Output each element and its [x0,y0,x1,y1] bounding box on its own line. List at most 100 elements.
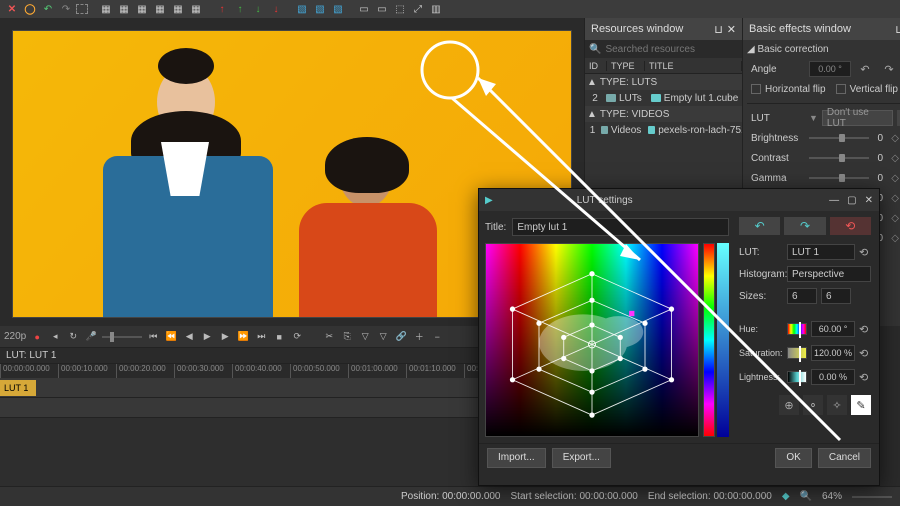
goto-start-icon[interactable]: ⏮ [146,330,160,344]
crop-icon[interactable]: ⬚ [392,2,408,17]
split-icon[interactable]: ⎘ [340,330,354,344]
arrow-down-icon[interactable]: ↓ [250,2,266,17]
keyframe-icon[interactable]: ◇ [891,173,899,184]
sat-slider[interactable] [787,347,807,359]
col-id[interactable]: ID [585,61,607,71]
link-icon[interactable]: 🔗 [394,330,408,344]
resize-icon[interactable]: ⤢ [410,2,426,17]
resources-search[interactable]: 🔍 Searched resources [585,40,742,58]
hue-slider[interactable] [787,323,807,335]
minimize-icon[interactable]: — [829,195,839,206]
group-videos-header[interactable]: ▲ TYPE: VIDEOS [585,106,742,122]
keyframe-icon[interactable]: ◇ [891,213,899,224]
col-title[interactable]: TITLE [645,61,742,71]
arrow-up-icon[interactable]: ↑ [232,2,248,17]
resource-row-video[interactable]: 1 Videos pexels-ron-lach-7516031.m [585,122,742,138]
align-bottom-icon[interactable]: ▦ [188,2,204,17]
close-icon[interactable]: ✕ [865,195,873,206]
lig-value[interactable]: 0.00 % [811,369,855,385]
export-button[interactable]: Export... [552,448,611,468]
slider-brightness[interactable] [809,137,869,139]
cancel-button[interactable]: Cancel [818,448,871,468]
mic-icon[interactable]: 🎤 [84,330,98,344]
node-tool-icon[interactable]: ⚬ [803,395,823,415]
target-icon[interactable]: ⊕ [779,395,799,415]
keyframe-icon[interactable]: ◇ [891,233,899,244]
layer2-icon[interactable]: ▧ [312,2,328,17]
slider-contrast[interactable] [809,157,869,159]
zoom-out-icon[interactable]: − [430,330,444,344]
step-back-icon[interactable]: ⏪ [164,330,178,344]
x-icon[interactable]: ✕ [4,2,20,17]
redo-button[interactable]: ↷ [784,217,825,235]
size-a-select[interactable]: 6 [787,288,817,304]
wand-tool-icon[interactable]: ✧ [827,395,847,415]
keyframe-icon[interactable]: ◇ [891,133,899,144]
select-icon[interactable] [76,4,88,14]
undo-icon[interactable]: ↶ [40,2,56,17]
rotate-ccw-icon[interactable]: ↶ [855,59,875,79]
align-mid-icon[interactable]: ▦ [170,2,186,17]
hue-value[interactable]: 60.00 ° [811,321,855,337]
next-frame-icon[interactable]: ▶ [218,330,232,344]
eyedropper-icon[interactable]: ✎ [851,395,871,415]
ok-button[interactable]: OK [775,448,811,468]
align-center-icon[interactable]: ▦ [116,2,132,17]
layer1-icon[interactable]: ▧ [294,2,310,17]
align-left-icon[interactable]: ▦ [98,2,114,17]
size-b-select[interactable]: 6 [821,288,851,304]
align-top-icon[interactable]: ▦ [152,2,168,17]
hflip-checkbox[interactable] [751,84,761,94]
prev-frame-icon[interactable]: ◀ [182,330,196,344]
timeline-clip[interactable]: LUT 1 [0,380,36,396]
align-right-icon[interactable]: ▦ [134,2,150,17]
hist-prop-select[interactable]: Perspective [787,266,871,282]
redo-icon[interactable]: ↷ [58,2,74,17]
title-field-input[interactable]: Empty lut 1 [512,218,729,236]
group2-icon[interactable]: ▭ [374,2,390,17]
loop-icon[interactable]: ⟳ [290,330,304,344]
undo-button[interactable]: ↶ [739,217,780,235]
pin-icon[interactable]: ⊔ [895,23,900,36]
maximize-icon[interactable]: ▢ [847,195,856,206]
diamond-icon[interactable]: ◆ [782,491,790,502]
reset-icon[interactable]: ⟲ [859,347,871,360]
section-basic-correction[interactable]: ◢ Basic correction [747,44,900,55]
resolution-label[interactable]: 220p [4,331,26,342]
arrow-top-icon[interactable]: ↑ [214,2,230,17]
play-icon[interactable]: ▶ [200,330,214,344]
marker2-icon[interactable]: ▽ [376,330,390,344]
col-type[interactable]: TYPE [607,61,645,71]
zoom-slider[interactable] [852,496,892,498]
stop-icon[interactable]: ■ [272,330,286,344]
pin-icon[interactable]: ⊔ [714,23,723,36]
hex-node-editor[interactable] [486,244,698,436]
arrow-bottom-icon[interactable]: ↓ [268,2,284,17]
props-icon[interactable]: ▥ [428,2,444,17]
layer3-icon[interactable]: ▧ [330,2,346,17]
slider-gamma[interactable] [809,177,869,179]
reset-icon[interactable]: ⟲ [859,323,871,336]
group-luts-header[interactable]: ▲ TYPE: LUTS [585,74,742,90]
cut-icon[interactable]: ✂ [322,330,336,344]
goto-end-icon[interactable]: ⏭ [254,330,268,344]
reset-icon[interactable]: ⟲ [859,371,871,384]
close-icon[interactable]: ✕ [727,23,736,36]
lut-select[interactable]: Don't use LUT [822,110,893,126]
rotate-cw-icon[interactable]: ↷ [879,59,899,79]
keyframe-icon[interactable]: ◇ [891,153,899,164]
group1-icon[interactable]: ▭ [356,2,372,17]
vflip-checkbox[interactable] [836,84,846,94]
zoom-icon[interactable]: 🔍 [800,491,812,502]
dialog-titlebar[interactable]: ▶LUT settings — ▢ ✕ [479,189,879,211]
rec-icon[interactable]: ● [30,330,44,344]
reset-icon[interactable]: ⟲ [859,246,871,259]
resource-row-lut[interactable]: 2 LUTs Empty lut 1.cube [585,90,742,106]
lut-prop-select[interactable]: LUT 1 [787,244,855,260]
back-icon[interactable]: ◂ [48,330,62,344]
sat-value[interactable]: 120.00 % [811,345,855,361]
keyframe-icon[interactable]: ◇ [891,193,899,204]
color-spectrum[interactable] [485,243,699,437]
lig-slider[interactable] [787,371,807,383]
hue-bar[interactable] [703,243,715,437]
